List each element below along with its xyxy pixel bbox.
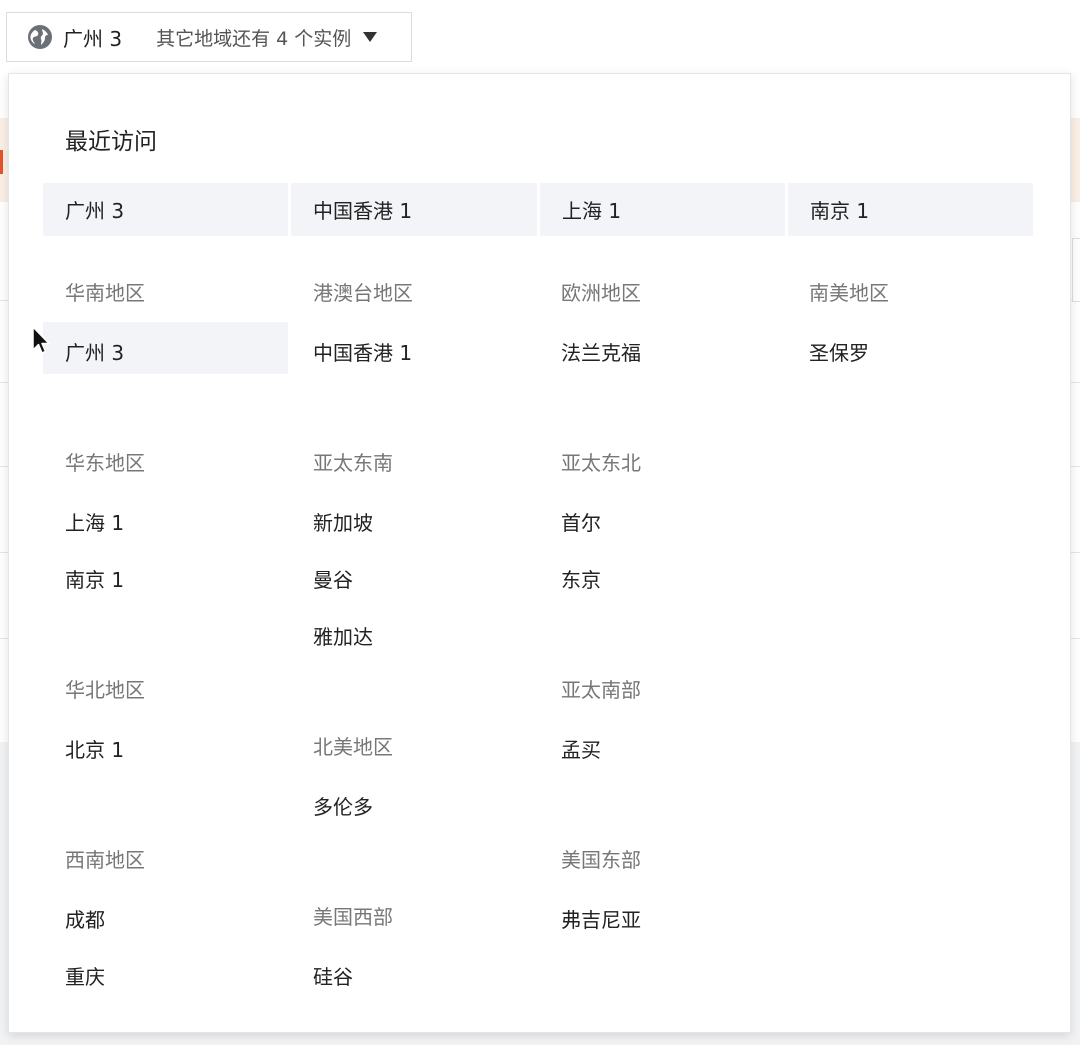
city-mumbai[interactable]: 孟买 xyxy=(561,734,601,763)
recent-visits-list: 广州 3 中国香港 1 上海 1 南京 1 xyxy=(43,183,1033,236)
city-toronto[interactable]: 多伦多 xyxy=(313,791,373,820)
region-heading-asia-pacific-northeast: 亚太东北 xyxy=(561,451,641,475)
city-chengdu[interactable]: 成都 xyxy=(65,904,105,933)
caret-down-icon xyxy=(363,31,378,43)
region-heading-hk-macau-tw: 港澳台地区 xyxy=(313,281,413,305)
current-region-label: 广州 3 xyxy=(63,26,123,51)
city-beijing-1[interactable]: 北京 1 xyxy=(65,734,124,763)
region-dropdown-panel: 最近访问 广州 3 中国香港 1 上海 1 南京 1 华南地区 广州 3 华东地… xyxy=(8,73,1071,1033)
region-heading-southwest-china: 西南地区 xyxy=(65,848,145,872)
region-heading-east-china: 华东地区 xyxy=(65,451,145,475)
city-jakarta[interactable]: 雅加达 xyxy=(313,621,373,650)
city-singapore[interactable]: 新加坡 xyxy=(313,507,373,536)
mouse-pointer-icon xyxy=(32,326,52,356)
region-heading-south-america: 南美地区 xyxy=(809,281,889,305)
background-input-edge xyxy=(1072,238,1080,302)
city-seoul[interactable]: 首尔 xyxy=(561,507,601,536)
recent-visits-title: 最近访问 xyxy=(65,129,157,155)
recent-item[interactable]: 中国香港 1 xyxy=(291,183,537,236)
city-silicon-valley[interactable]: 硅谷 xyxy=(313,961,353,990)
city-guangzhou-3[interactable]: 广州 3 xyxy=(65,337,124,366)
city-shanghai-1[interactable]: 上海 1 xyxy=(65,507,124,536)
city-tokyo[interactable]: 东京 xyxy=(561,564,601,593)
other-regions-summary: 其它地域还有 4 个实例 xyxy=(156,27,352,50)
city-bangkok[interactable]: 曼谷 xyxy=(313,564,353,593)
city-chongqing[interactable]: 重庆 xyxy=(65,961,105,990)
region-selector[interactable]: 广州 3 其它地域还有 4 个实例 xyxy=(6,12,412,62)
recent-item[interactable]: 南京 1 xyxy=(788,183,1033,236)
region-heading-south-china: 华南地区 xyxy=(65,281,145,305)
city-virginia[interactable]: 弗吉尼亚 xyxy=(561,904,641,933)
city-frankfurt[interactable]: 法兰克福 xyxy=(561,337,641,366)
city-sao-paulo[interactable]: 圣保罗 xyxy=(809,337,869,366)
region-heading-europe: 欧洲地区 xyxy=(561,281,641,305)
city-nanjing-1[interactable]: 南京 1 xyxy=(65,564,124,593)
region-heading-us-east: 美国东部 xyxy=(561,848,641,872)
region-heading-north-america: 北美地区 xyxy=(313,735,393,759)
region-heading-north-china: 华北地区 xyxy=(65,678,145,702)
recent-item[interactable]: 上海 1 xyxy=(540,183,785,236)
region-heading-asia-pacific-south: 亚太南部 xyxy=(561,678,641,702)
notice-marker xyxy=(0,150,3,174)
city-hong-kong-1[interactable]: 中国香港 1 xyxy=(313,337,412,366)
globe-icon xyxy=(27,24,53,50)
region-heading-asia-pacific-southeast: 亚太东南 xyxy=(313,451,393,475)
region-heading-us-west: 美国西部 xyxy=(313,905,393,929)
recent-item[interactable]: 广州 3 xyxy=(43,183,288,236)
